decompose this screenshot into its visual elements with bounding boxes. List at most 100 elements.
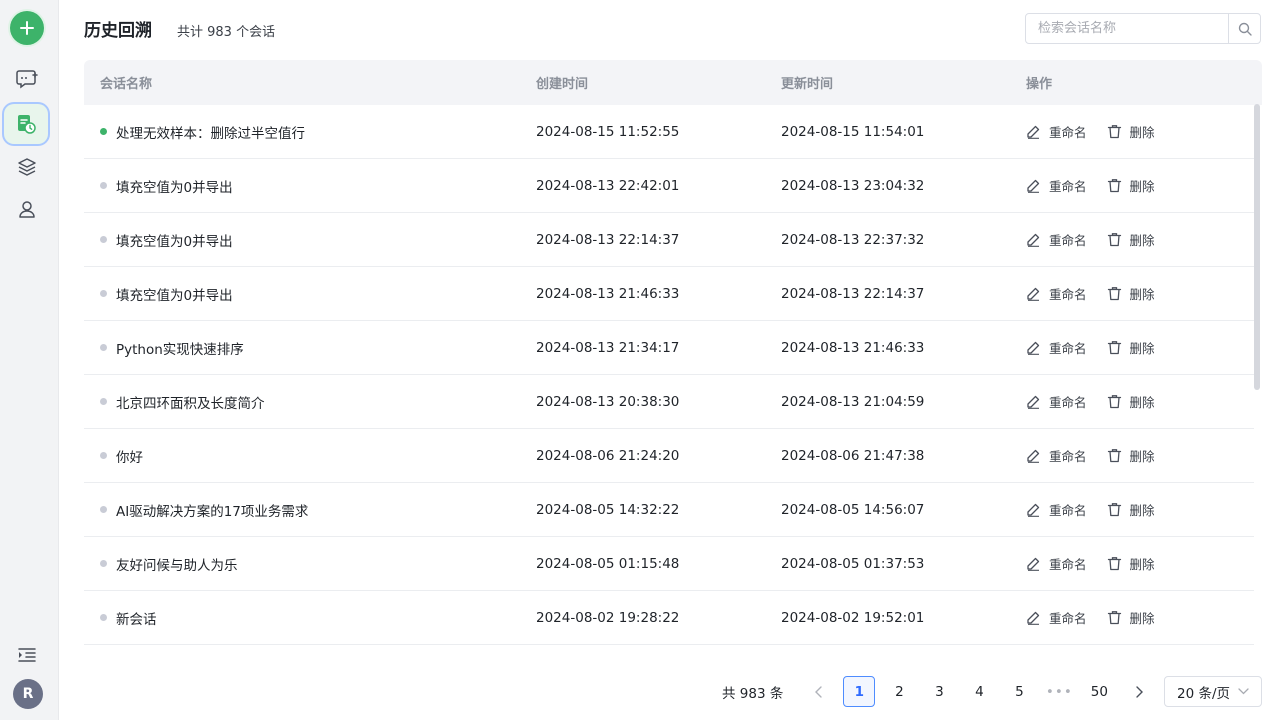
conversation-name-cell[interactable]: AI驱动解决方案的17项业务需求: [84, 500, 536, 520]
edit-icon: [1027, 395, 1040, 409]
new-chat-icon: [16, 70, 38, 89]
rename-label: 重命名: [1049, 179, 1087, 194]
updated-time: 2024-08-05 01:37:53: [781, 555, 925, 572]
delete-button[interactable]: 删除: [1107, 122, 1155, 141]
status-dot: [100, 452, 107, 459]
conversation-name-cell[interactable]: 你好: [84, 446, 536, 466]
trash-icon: [1107, 125, 1121, 139]
page-ellipsis[interactable]: •••: [1043, 676, 1075, 707]
search-button[interactable]: [1228, 14, 1260, 43]
conversation-name-cell[interactable]: 填充空值为0并导出: [84, 230, 536, 250]
delete-button[interactable]: 删除: [1107, 392, 1155, 411]
table-row[interactable]: 北京四环面积及长度简介 2024-08-13 20:38:30 2024-08-13…: [84, 375, 1254, 429]
pagination-total: 共 983 条: [722, 685, 784, 702]
table-row[interactable]: 你好 2024-08-06 21:24:20 2024-08-06 21:47:38…: [84, 429, 1254, 483]
rename-button[interactable]: 重命名: [1026, 122, 1087, 141]
conversation-name-cell[interactable]: 新会话: [84, 608, 536, 628]
rename-button[interactable]: 重命名: [1026, 284, 1087, 303]
page-size-select[interactable]: 20 条/页: [1164, 676, 1262, 707]
trash-icon: [1107, 287, 1121, 301]
created-time: 2024-08-13 20:38:30: [536, 393, 680, 410]
conversation-name: 你好: [116, 449, 143, 466]
rename-button[interactable]: 重命名: [1026, 230, 1087, 249]
delete-button[interactable]: 删除: [1107, 554, 1155, 573]
layers-icon: [18, 158, 36, 176]
conversation-name-cell[interactable]: 北京四环面积及长度简介: [84, 392, 536, 412]
rename-label: 重命名: [1049, 287, 1087, 302]
rename-button[interactable]: 重命名: [1026, 176, 1087, 195]
table-row[interactable]: AI驱动解决方案的17项业务需求 2024-08-05 14:32:22 2024-…: [84, 483, 1254, 537]
table-row[interactable]: 填充空值为0并导出 2024-08-13 22:14:37 2024-08-13 2…: [84, 213, 1254, 267]
edit-icon: [1027, 125, 1040, 139]
table-row[interactable]: 填充空值为0并导出 2024-08-13 21:46:33 2024-08-13 2…: [84, 267, 1254, 321]
sidebar: R: [0, 0, 59, 720]
rename-label: 重命名: [1049, 125, 1087, 140]
status-dot: [100, 236, 107, 243]
delete-button[interactable]: 删除: [1107, 230, 1155, 249]
table-scrollbar[interactable]: [1254, 104, 1260, 390]
page-button-last[interactable]: 50: [1083, 676, 1115, 707]
rename-button[interactable]: 重命名: [1026, 554, 1087, 573]
rename-label: 重命名: [1049, 503, 1087, 518]
rename-button[interactable]: 重命名: [1026, 446, 1087, 465]
avatar[interactable]: R: [13, 679, 43, 709]
search-input[interactable]: [1026, 14, 1228, 43]
page-button-4[interactable]: 4: [963, 676, 995, 707]
delete-label: 删除: [1129, 395, 1155, 410]
user-icon: [19, 201, 35, 218]
table-row[interactable]: 新会话 2024-08-02 19:28:22 2024-08-02 19:52:0…: [84, 591, 1254, 645]
conversation-name: 北京四环面积及长度简介: [116, 395, 265, 412]
rename-button[interactable]: 重命名: [1026, 608, 1087, 627]
conversation-name-cell[interactable]: 友好问候与助人为乐: [84, 554, 536, 574]
conversation-name-cell[interactable]: 填充空值为0并导出: [84, 176, 536, 196]
rename-button[interactable]: 重命名: [1026, 500, 1087, 519]
rename-button[interactable]: 重命名: [1026, 392, 1087, 411]
created-time: 2024-08-05 01:15:48: [536, 555, 680, 572]
conversation-name-cell[interactable]: 处理无效样本：删除过半空值行: [84, 122, 536, 142]
rename-label: 重命名: [1049, 611, 1087, 626]
delete-button[interactable]: 删除: [1107, 608, 1155, 627]
delete-label: 删除: [1129, 233, 1155, 248]
rename-label: 重命名: [1049, 233, 1087, 248]
conversation-name-cell[interactable]: 填充空值为0并导出: [84, 284, 536, 304]
rename-label: 重命名: [1049, 449, 1087, 464]
next-page-button[interactable]: [1123, 676, 1155, 707]
delete-button[interactable]: 删除: [1107, 446, 1155, 465]
column-header-updated: 更新时间: [781, 77, 834, 92]
prev-page-button[interactable]: [803, 676, 835, 707]
page-button-2[interactable]: 2: [883, 676, 915, 707]
rename-button[interactable]: 重命名: [1026, 338, 1087, 357]
conversation-name-cell[interactable]: Python实现快速排序: [84, 338, 536, 358]
page-button-3[interactable]: 3: [923, 676, 955, 707]
delete-button[interactable]: 删除: [1107, 176, 1155, 195]
page-size-value: 20 条/页: [1176, 685, 1231, 702]
table-row[interactable]: 处理无效样本：删除过半空值行 2024-08-15 11:52:55 2024-08…: [84, 105, 1254, 159]
sidebar-item-user[interactable]: [8, 190, 46, 228]
trash-icon: [1107, 503, 1121, 517]
conversation-name: 新会话: [116, 611, 157, 628]
column-header-created: 创建时间: [536, 77, 589, 92]
row-actions: 重命名 删除: [1026, 122, 1254, 141]
delete-label: 删除: [1129, 449, 1155, 464]
sidebar-item-layers[interactable]: [8, 148, 46, 186]
updated-time: 2024-08-13 23:04:32: [781, 177, 925, 194]
updated-time: 2024-08-15 11:54:01: [781, 123, 925, 140]
sidebar-item-history[interactable]: [4, 104, 48, 144]
pagination: 共 983 条 1 2 3 4 5 ••• 50: [722, 676, 1163, 707]
updated-time: 2024-08-13 22:14:37: [781, 285, 925, 302]
history-icon: [18, 115, 36, 134]
collapse-sidebar-button[interactable]: [8, 636, 46, 674]
delete-label: 删除: [1129, 287, 1155, 302]
edit-icon: [1027, 557, 1040, 571]
delete-button[interactable]: 删除: [1107, 338, 1155, 357]
delete-button[interactable]: 删除: [1107, 500, 1155, 519]
new-conversation-button[interactable]: [10, 11, 44, 45]
status-dot: [100, 398, 107, 405]
sidebar-item-chat[interactable]: [8, 60, 46, 98]
table-row[interactable]: 友好问候与助人为乐 2024-08-05 01:15:48 2024-08-05 0…: [84, 537, 1254, 591]
page-button-1[interactable]: 1: [843, 676, 876, 707]
delete-button[interactable]: 删除: [1107, 284, 1155, 303]
page-button-5[interactable]: 5: [1003, 676, 1035, 707]
table-row[interactable]: Python实现快速排序 2024-08-13 21:34:17 2024-08-1…: [84, 321, 1254, 375]
table-row[interactable]: 填充空值为0并导出 2024-08-13 22:42:01 2024-08-13 2…: [84, 159, 1254, 213]
